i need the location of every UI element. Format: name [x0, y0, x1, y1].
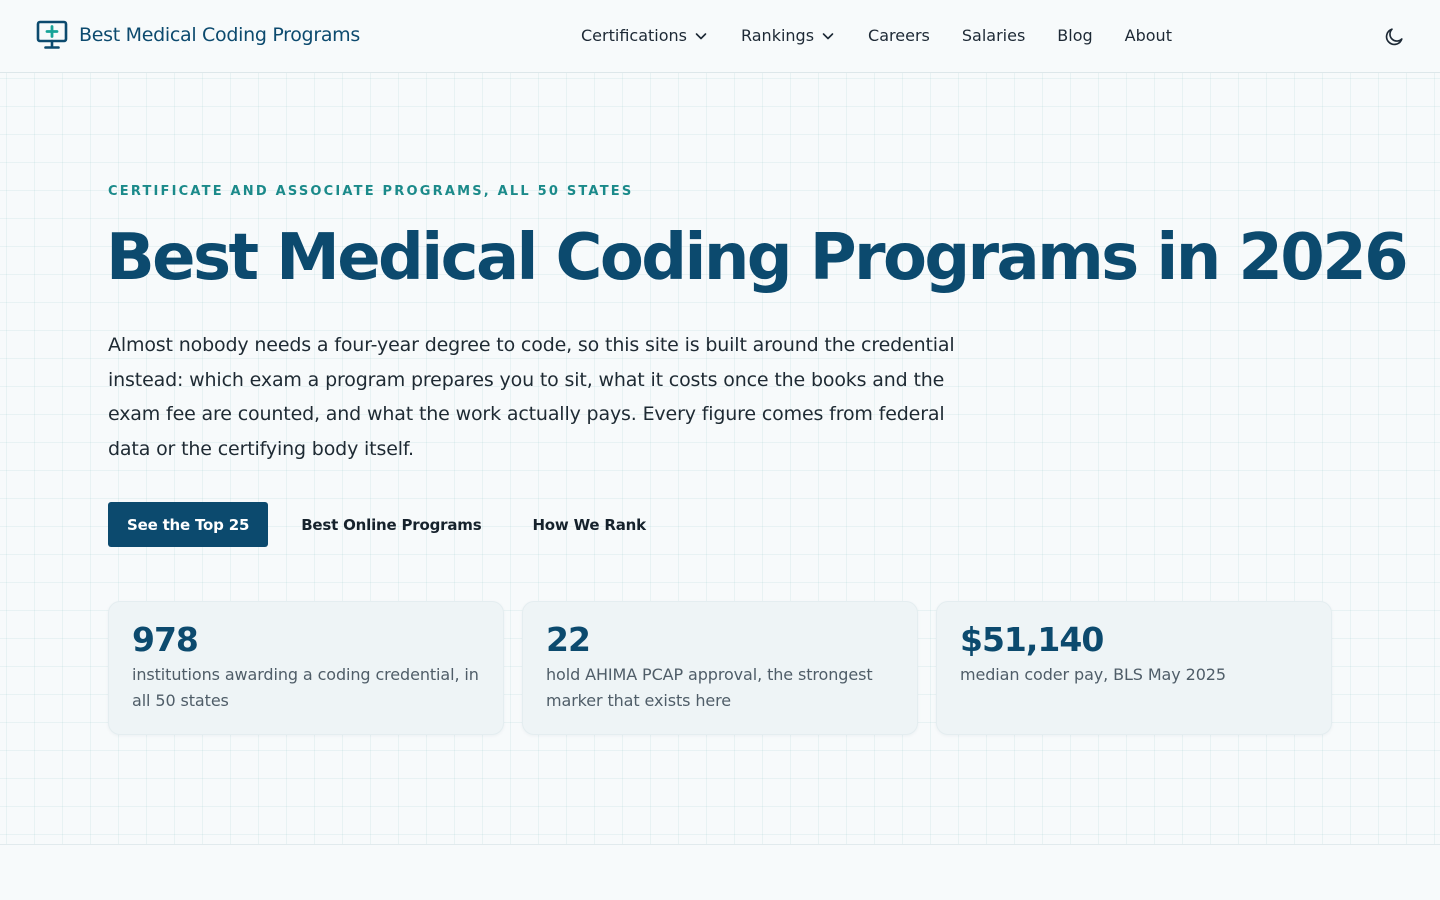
stat-label: median coder pay, BLS May 2025 — [960, 665, 1226, 684]
hero-section: CERTIFICATE AND ASSOCIATE PROGRAMS, ALL … — [0, 73, 1440, 845]
nav-item-rankings[interactable]: Rankings — [741, 24, 835, 48]
stat-value: 978 — [132, 620, 199, 659]
nav-item-certifications[interactable]: Certifications — [581, 24, 708, 48]
main-nav: Certifications Rankings Careers Salaries… — [581, 24, 1172, 48]
nav-item-careers[interactable]: Careers — [868, 24, 930, 48]
moon-icon — [1385, 28, 1403, 46]
how-we-rank-link[interactable]: How We Rank — [532, 502, 646, 547]
stat-card: $51,140 median coder pay, BLS May 2025 — [936, 601, 1332, 735]
monitor-plus-icon — [36, 20, 68, 49]
stats-row: 978 institutions awarding a coding crede… — [108, 601, 1332, 735]
hero-intro: Almost nobody needs a four-year degree t… — [108, 334, 955, 460]
below-hero-section — [0, 846, 1440, 900]
best-online-programs-link[interactable]: Best Online Programs — [301, 502, 481, 547]
theme-toggle-button[interactable] — [1382, 25, 1406, 49]
chevron-down-icon — [695, 33, 707, 40]
brand-link[interactable]: Best Medical Coding Programs — [36, 20, 360, 50]
nav-item-label: About — [1124, 26, 1172, 45]
page-title: Best Medical Coding Programs in 2026 — [106, 221, 1409, 295]
nav-item-label: Careers — [868, 26, 930, 45]
stat-card: 978 institutions awarding a coding crede… — [108, 601, 504, 735]
see-top-25-button[interactable]: See the Top 25 — [108, 502, 269, 547]
hero-eyebrow: CERTIFICATE AND ASSOCIATE PROGRAMS, ALL … — [108, 184, 634, 199]
stat-label: institutions awarding a coding credentia… — [132, 665, 479, 710]
nav-item-about[interactable]: About — [1125, 24, 1172, 48]
nav-item-label: Certifications — [581, 26, 687, 45]
brand-name: Best Medical Coding Programs — [79, 24, 360, 46]
nav-item-blog[interactable]: Blog — [1057, 24, 1092, 48]
chevron-down-icon — [822, 33, 834, 40]
site-header: Best Medical Coding Programs Certificati… — [0, 0, 1440, 73]
stat-label: hold AHIMA PCAP approval, the strongest … — [546, 665, 873, 710]
stat-value: 22 — [546, 620, 591, 659]
cta-row: See the Top 25 Best Online Programs How … — [108, 502, 646, 547]
nav-item-label: Rankings — [740, 26, 815, 45]
nav-item-salaries[interactable]: Salaries — [962, 24, 1025, 48]
stat-value: $51,140 — [960, 620, 1104, 659]
nav-item-label: Salaries — [961, 26, 1026, 45]
nav-item-label: Blog — [1057, 26, 1093, 45]
stat-card: 22 hold AHIMA PCAP approval, the stronge… — [522, 601, 918, 735]
